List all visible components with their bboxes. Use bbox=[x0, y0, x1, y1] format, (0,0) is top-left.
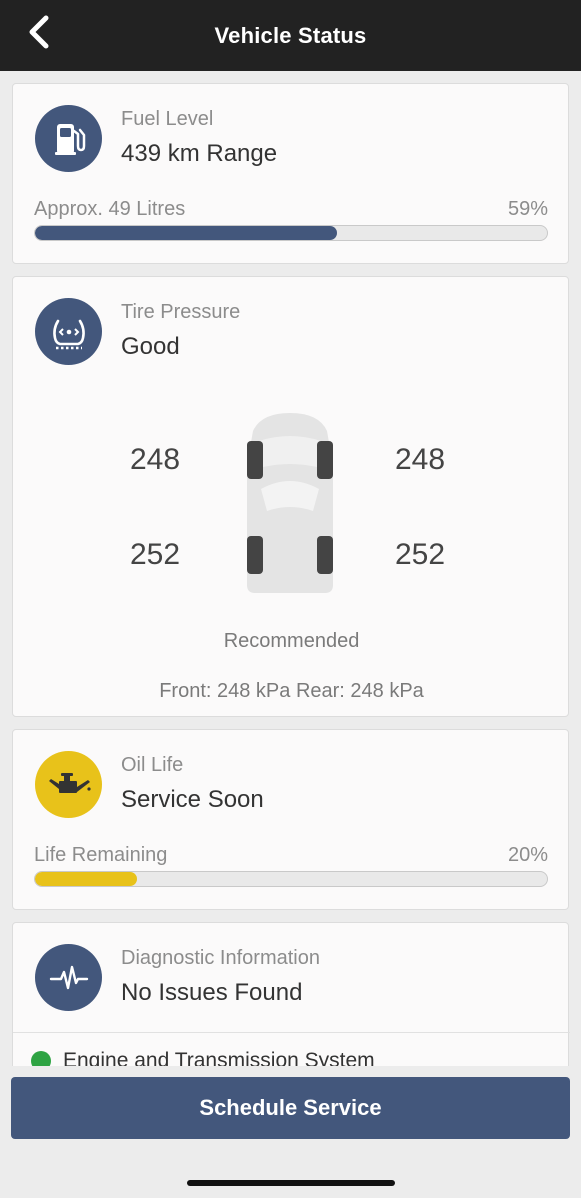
car-top-view-icon bbox=[247, 413, 333, 593]
fuel-pump-icon bbox=[35, 105, 102, 172]
rear-left-tire-pressure: 252 bbox=[130, 538, 181, 571]
chevron-left-icon bbox=[29, 15, 49, 49]
recommended-pressure-values: Front: 248 kPa Rear: 248 kPa bbox=[159, 680, 424, 702]
fuel-range-value: 439 km Range bbox=[121, 140, 278, 167]
fuel-label: Fuel Level bbox=[121, 108, 214, 130]
page-title: Vehicle Status bbox=[214, 22, 367, 48]
fuel-detail-row: Approx. 49 Litres 59% bbox=[34, 198, 548, 221]
oil-can-icon bbox=[35, 751, 102, 818]
fuel-level-card[interactable]: Fuel Level 439 km Range Approx. 49 Litre… bbox=[12, 83, 569, 264]
navigation-bar: Vehicle Status bbox=[0, 0, 581, 71]
oil-detail-row: Life Remaining 20% bbox=[34, 844, 548, 867]
back-button[interactable] bbox=[22, 12, 56, 52]
fuel-percent-text: 59% bbox=[507, 198, 548, 220]
fuel-progress-bar bbox=[34, 225, 548, 241]
oil-life-remaining-text: Life Remaining bbox=[34, 844, 168, 866]
oil-progress-fill bbox=[35, 872, 138, 886]
diagnostic-item-label: Engine and Transmission System bbox=[63, 1049, 375, 1066]
fuel-progress-fill bbox=[35, 226, 338, 240]
oil-progress-bar bbox=[34, 871, 548, 887]
oil-life-card[interactable]: Oil Life Service Soon Life Remaining 20% bbox=[12, 729, 569, 910]
status-list[interactable]: Fuel Level 439 km Range Approx. 49 Litre… bbox=[0, 71, 581, 1066]
tire-label: Tire Pressure bbox=[121, 301, 241, 323]
front-left-tire-pressure: 248 bbox=[130, 443, 181, 476]
diagnostic-label: Diagnostic Information bbox=[121, 947, 320, 969]
heartbeat-icon bbox=[35, 944, 102, 1011]
divider bbox=[13, 1032, 570, 1033]
tire-pressure-card[interactable]: Tire Pressure Good 248 248 252 252 Recom… bbox=[12, 276, 569, 717]
schedule-service-button[interactable]: Schedule Service bbox=[11, 1077, 570, 1139]
status-ok-icon bbox=[31, 1051, 51, 1066]
home-indicator bbox=[187, 1180, 395, 1186]
oil-label: Oil Life bbox=[121, 754, 184, 776]
diagnostic-list-item[interactable]: Engine and Transmission System bbox=[31, 1049, 375, 1066]
diagnostic-card[interactable]: Diagnostic Information No Issues Found E… bbox=[12, 922, 570, 1066]
front-right-tire-pressure: 248 bbox=[395, 443, 446, 476]
oil-status-value: Service Soon bbox=[121, 786, 264, 813]
oil-percent-text: 20% bbox=[507, 844, 548, 866]
rear-right-tire-pressure: 252 bbox=[395, 538, 446, 571]
recommended-label: Recommended bbox=[223, 630, 360, 652]
fuel-litres-text: Approx. 49 Litres bbox=[34, 198, 186, 220]
tire-pressure-icon bbox=[35, 298, 102, 365]
diagnostic-status-value: No Issues Found bbox=[121, 979, 303, 1006]
tire-status-value: Good bbox=[121, 333, 180, 360]
